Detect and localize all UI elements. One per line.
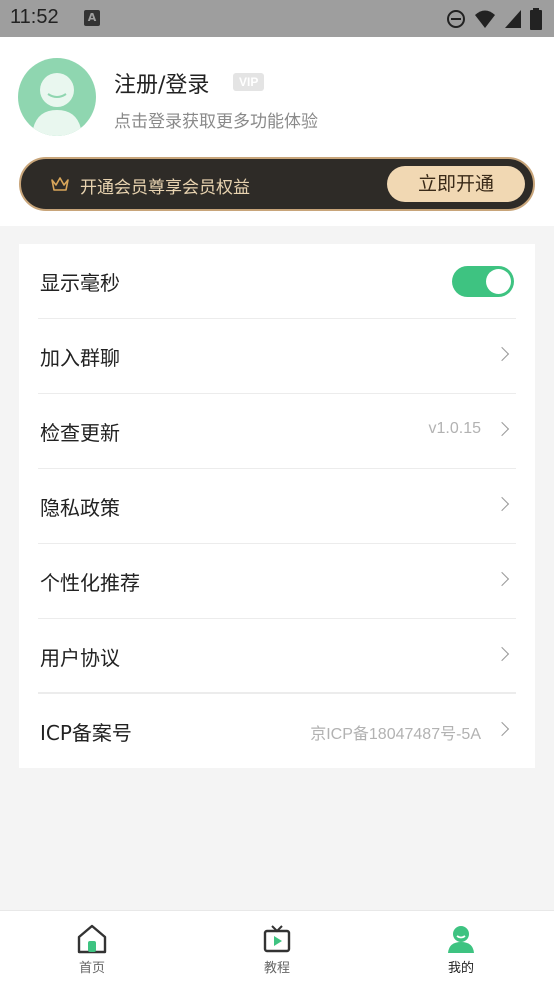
tv-icon xyxy=(263,925,291,953)
dnd-icon xyxy=(447,10,465,28)
nav-label: 教程 xyxy=(263,961,290,976)
open-vip-button[interactable]: 立即开通 xyxy=(387,166,525,202)
status-time: 11:52 xyxy=(10,6,59,28)
settings-item-check-update[interactable]: 检查更新 v1.0.15 xyxy=(19,394,535,469)
notification-icon: A xyxy=(84,10,100,26)
default-avatar-icon xyxy=(32,73,82,136)
settings-item-icp[interactable]: ICP备案号 京ICP备18047487号-5A xyxy=(19,694,535,769)
settings-item-label: 检查更新 xyxy=(40,421,120,445)
login-register-link[interactable]: 注册/登录 xyxy=(114,67,209,99)
toggle-knob xyxy=(486,269,511,294)
home-icon xyxy=(77,924,107,954)
settings-item-privacy-policy[interactable]: 隐私政策 xyxy=(19,469,535,544)
nav-label: 我的 xyxy=(447,961,474,976)
settings-item-label: 显示毫秒 xyxy=(40,271,120,295)
chevron-right-icon xyxy=(494,346,510,362)
chevron-right-icon xyxy=(494,721,510,737)
icp-number: 京ICP备18047487号-5A xyxy=(310,726,481,743)
nav-home[interactable]: 首页 xyxy=(32,911,152,984)
battery-icon xyxy=(530,8,542,30)
chevron-right-icon xyxy=(494,571,510,587)
status-icons xyxy=(446,8,542,30)
signal-icon xyxy=(505,10,521,28)
show-milliseconds-toggle[interactable] xyxy=(452,266,514,297)
chevron-right-icon xyxy=(494,646,510,662)
settings-item-label: 用户协议 xyxy=(40,646,120,670)
settings-item-join-group[interactable]: 加入群聊 xyxy=(19,319,535,394)
bottom-nav: 首页 教程 我的 xyxy=(0,910,554,984)
app-version: v1.0.15 xyxy=(428,420,481,437)
nav-tutorial[interactable]: 教程 xyxy=(217,911,337,984)
settings-item-user-agreement[interactable]: 用户协议 xyxy=(19,619,535,694)
nav-label: 首页 xyxy=(78,961,105,976)
settings-item-label: 个性化推荐 xyxy=(40,571,140,595)
settings-item-personalized-recommendation[interactable]: 个性化推荐 xyxy=(19,544,535,619)
nav-mine[interactable]: 我的 xyxy=(401,911,521,984)
settings-list: 显示毫秒 加入群聊 检查更新 v1.0.15 隐私政策 个性化推荐 用户协议 I… xyxy=(19,244,535,768)
chevron-right-icon xyxy=(494,421,510,437)
vip-banner[interactable]: 开通会员尊享会员权益 立即开通 xyxy=(19,157,535,211)
avatar[interactable] xyxy=(18,58,96,136)
wifi-icon xyxy=(475,10,495,28)
profile-header: 注册/登录 VIP 点击登录获取更多功能体验 开通会员尊享会员权益 立即开通 xyxy=(0,37,554,226)
settings-item-label: ICP备案号 xyxy=(40,721,132,745)
settings-item-label: 加入群聊 xyxy=(40,346,120,370)
login-hint: 点击登录获取更多功能体验 xyxy=(114,112,318,132)
status-bar: 11:52 A xyxy=(0,0,554,37)
vip-badge: VIP xyxy=(233,73,265,91)
settings-item-label: 隐私政策 xyxy=(40,496,120,520)
vip-banner-text: 开通会员尊享会员权益 xyxy=(80,178,250,198)
crown-icon xyxy=(51,177,69,191)
chevron-right-icon xyxy=(494,496,510,512)
user-icon xyxy=(448,926,474,953)
settings-item-show-milliseconds: 显示毫秒 xyxy=(19,244,535,319)
